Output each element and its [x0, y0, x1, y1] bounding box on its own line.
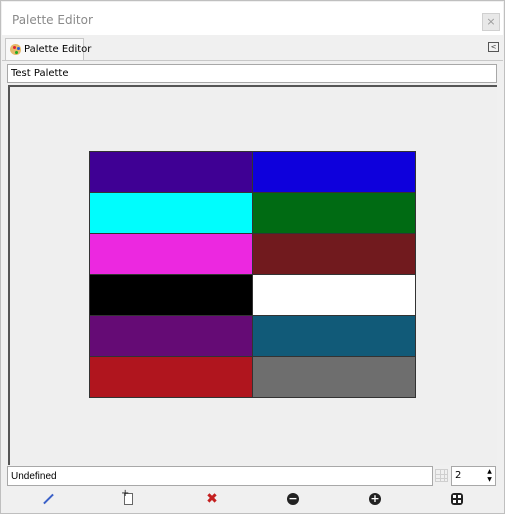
color-swatch-1[interactable]: [90, 152, 252, 192]
color-swatch-7[interactable]: [90, 275, 252, 315]
window-title: Palette Editor: [12, 13, 93, 27]
tab-strip: Palette Editor <: [2, 36, 503, 61]
edit-color-button[interactable]: [40, 491, 56, 507]
tab-label: Palette Editor: [24, 44, 92, 55]
color-swatch-6[interactable]: [253, 234, 415, 274]
close-icon[interactable]: ×: [482, 13, 500, 31]
color-swatch-2[interactable]: [253, 152, 415, 192]
zoom-out-button[interactable]: −: [285, 491, 301, 507]
zoom-all-button[interactable]: [449, 491, 465, 507]
delete-color-button[interactable]: ✖: [204, 491, 220, 507]
zoom-in-button[interactable]: +: [367, 491, 383, 507]
spin-down-icon[interactable]: ▼: [485, 476, 494, 484]
palette-name-input[interactable]: [7, 64, 497, 83]
color-swatch-8[interactable]: [253, 275, 415, 315]
spin-up-icon[interactable]: ▲: [485, 468, 494, 476]
palette-toolbar: ✖ − +: [1, 486, 502, 509]
new-color-button[interactable]: [121, 486, 137, 507]
grid-icon[interactable]: [435, 469, 448, 482]
columns-stepper[interactable]: 2 ▲ ▼: [451, 466, 496, 486]
color-swatch-10[interactable]: [253, 316, 415, 356]
color-swatch-5[interactable]: [90, 234, 252, 274]
tab-menu-icon[interactable]: <: [488, 42, 499, 52]
zoom-all-icon: [451, 493, 463, 505]
color-swatch-4[interactable]: [253, 193, 415, 233]
color-name-input[interactable]: [7, 466, 433, 486]
swatch-grid: [89, 151, 416, 398]
tab-palette-editor[interactable]: Palette Editor: [5, 38, 91, 60]
color-swatch-3[interactable]: [90, 193, 252, 233]
color-swatch-12[interactable]: [253, 357, 415, 397]
palette-icon: [10, 44, 21, 55]
bottom-controls: 2 ▲ ▼: [7, 466, 498, 486]
zoom-in-icon: +: [369, 492, 381, 505]
zoom-out-icon: −: [287, 492, 299, 505]
title-bar: Palette Editor ×: [2, 2, 503, 35]
color-swatch-9[interactable]: [90, 316, 252, 356]
columns-value[interactable]: 2: [455, 470, 461, 481]
color-swatch-11[interactable]: [90, 357, 252, 397]
